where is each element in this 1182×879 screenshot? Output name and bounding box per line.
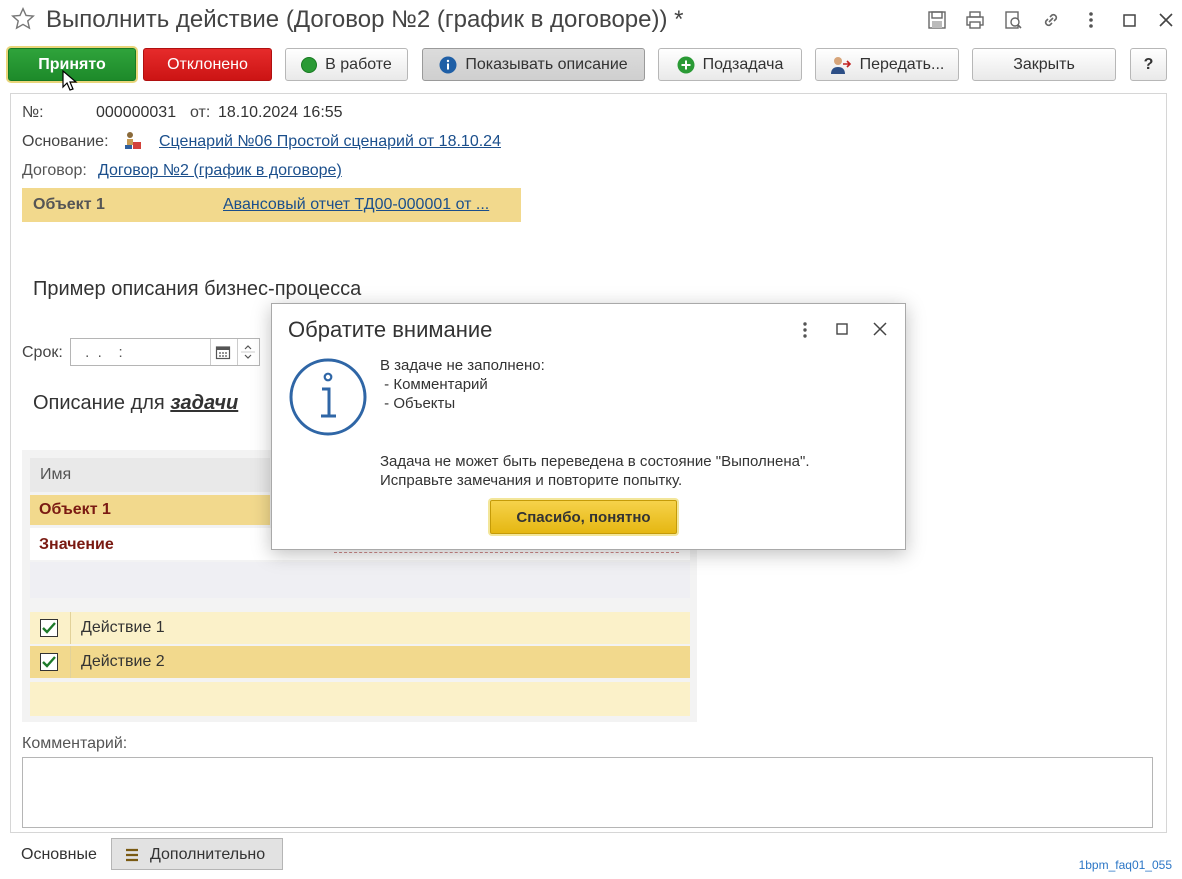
calendar-icon[interactable] [215, 344, 231, 360]
object-link[interactable]: Авансовый отчет ТД00-000001 от ... [223, 196, 489, 214]
window-title: Выполнить действие (Договор №2 (график в… [46, 6, 684, 33]
object-row: Объект 1 Авансовый отчет ТД00-000001 от … [22, 188, 521, 222]
warning-dialog: Обратите внимание В задаче не заполнено:… [271, 303, 906, 550]
task-description-prefix: Описание для [33, 392, 171, 414]
tab-extra-label: Дополнительно [150, 846, 266, 863]
reject-button-label: Отклонено [167, 55, 248, 73]
help-button[interactable]: ? [1130, 48, 1167, 81]
add-plus-icon [677, 56, 695, 73]
watermark: 1bpm_faq01_055 [1078, 858, 1172, 872]
object-label: Объект 1 [33, 196, 105, 213]
dialog-line-2: - Комментарий [380, 376, 488, 393]
action-2-checkbox[interactable] [40, 653, 58, 671]
maximize-icon[interactable] [1118, 9, 1140, 31]
row-object-name: Объект 1 [39, 501, 111, 518]
task-description-emphasis: задачи [170, 392, 239, 414]
close-form-label: Закрыть [1013, 55, 1075, 73]
show-description-label: Показывать описание [465, 55, 628, 73]
ok-button-label: Спасибо, понятно [516, 508, 651, 526]
save-icon[interactable] [926, 9, 948, 31]
title-bar: Выполнить действие (Договор №2 (график в… [0, 0, 1182, 42]
dialog-line-5: Исправьте замечания и повторите попытку. [380, 472, 683, 489]
dialog-title: Обратите внимание [288, 317, 493, 342]
ok-button[interactable]: Спасибо, понятно [490, 500, 677, 534]
row-value-name: Значение [39, 536, 114, 553]
in-work-button-label: В работе [325, 55, 392, 73]
green-circle-icon [301, 56, 318, 73]
deadline-label: Срок: [22, 344, 63, 361]
action-2-label: Действие 2 [81, 653, 165, 670]
deadline-value: . . : [81, 344, 123, 361]
business-process-icon [125, 132, 141, 149]
deadline-field[interactable]: . . : [70, 338, 260, 366]
dialog-line-3: - Объекты [380, 395, 456, 412]
actions-empty-row [30, 682, 690, 716]
tab-main[interactable]: Основные [10, 838, 110, 870]
header-name: Имя [40, 466, 72, 483]
dialog-line-4: Задача не может быть переведена в состоя… [380, 453, 810, 470]
contract-label: Договор: [22, 162, 87, 179]
list-icon [126, 848, 138, 862]
preview-icon[interactable] [1002, 9, 1024, 31]
basis-link[interactable]: Сценарий №06 Простой сценарий от 18.10.2… [159, 133, 501, 151]
print-icon[interactable] [964, 9, 986, 31]
transfer-button-label: Передать... [859, 55, 945, 73]
show-description-button[interactable]: Показывать описание [422, 48, 645, 81]
table-header: Имя [30, 458, 270, 492]
favorite-star-icon[interactable] [10, 6, 36, 32]
list-item[interactable]: Действие 1 [30, 612, 690, 644]
table-empty-row [30, 562, 690, 598]
close-icon[interactable] [1155, 9, 1177, 31]
user-transfer-icon [830, 56, 851, 74]
dialog-close-icon[interactable] [871, 320, 889, 338]
checkmark-icon [42, 622, 56, 634]
number-label: №: [22, 104, 44, 121]
info-large-icon [289, 358, 367, 436]
date-value: 18.10.2024 16:55 [218, 104, 343, 121]
subtask-button-label: Подзадача [702, 55, 784, 73]
task-description: Описание для задачи [33, 392, 238, 415]
dialog-line-1: В задаче не заполнено: [380, 357, 545, 374]
dialog-more-icon[interactable] [798, 321, 812, 339]
tab-main-label: Основные [21, 846, 97, 863]
action-1-checkbox[interactable] [40, 619, 58, 637]
process-description: Пример описания бизнес-процесса [33, 278, 362, 300]
help-button-label: ? [1143, 55, 1154, 73]
date-label: от: [190, 104, 211, 121]
action-1-label: Действие 1 [81, 619, 165, 636]
basis-label: Основание: [22, 133, 109, 150]
spin-arrows-icon[interactable] [241, 341, 255, 363]
reject-button[interactable]: Отклонено [143, 48, 272, 81]
close-form-button[interactable]: Закрыть [972, 48, 1116, 81]
tab-extra[interactable]: Дополнительно [111, 838, 283, 870]
dialog-maximize-icon[interactable] [834, 321, 850, 337]
mouse-cursor-icon [62, 70, 78, 91]
link-icon[interactable] [1040, 9, 1062, 31]
more-menu-icon[interactable] [1080, 9, 1102, 31]
in-work-button[interactable]: В работе [285, 48, 408, 81]
subtask-button[interactable]: Подзадача [658, 48, 802, 81]
table-row[interactable]: Объект 1 [30, 495, 270, 525]
list-item[interactable]: Действие 2 [30, 646, 690, 678]
contract-link[interactable]: Договор №2 (график в договоре) [98, 162, 342, 180]
comment-label: Комментарий: [22, 735, 128, 752]
number-value: 000000031 [96, 104, 177, 121]
info-icon [439, 56, 457, 73]
comment-field[interactable] [22, 757, 1153, 828]
checkmark-icon [42, 656, 56, 668]
transfer-button[interactable]: Передать... [815, 48, 959, 81]
